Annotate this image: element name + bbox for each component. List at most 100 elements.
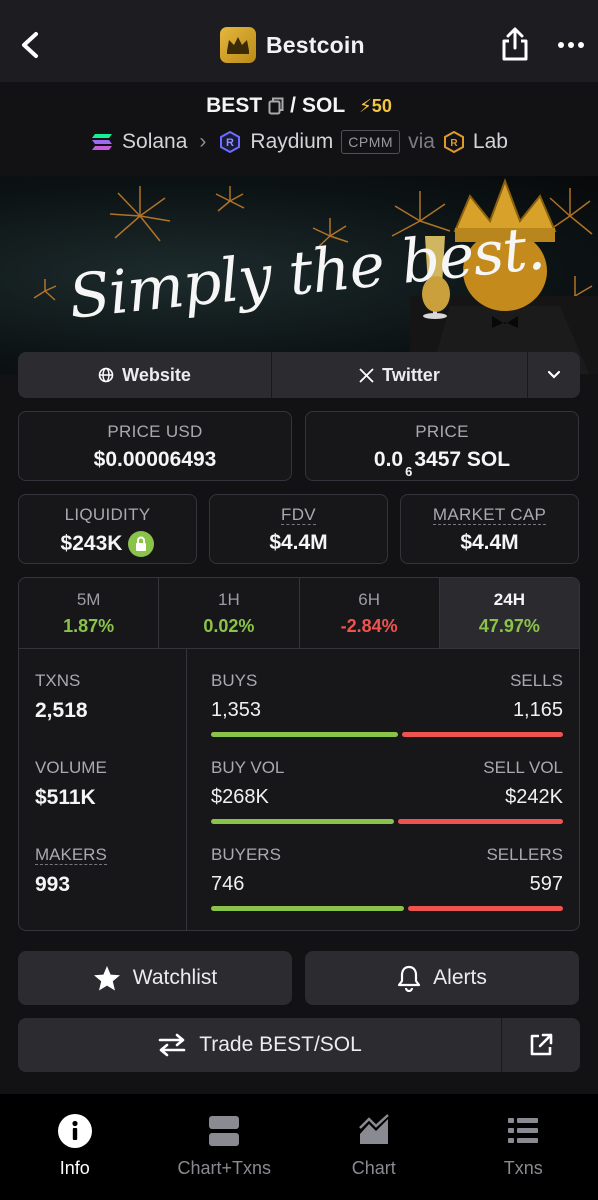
buys-bar [211,732,398,737]
sells-label: SELLS [510,671,563,690]
price-usd-card: PRICE USD $0.00006493 [18,411,292,481]
price-native-zero-count: 6 [405,464,413,480]
price-native-value: 0.063457 SOL [306,448,578,479]
fdv-card: FDV $4.4M [209,494,388,564]
nav-chart-txns[interactable]: Chart+Txns [150,1094,300,1200]
chain-line: Solana › R Raydium CPMM via R Lab [0,130,598,154]
liquidity-value: $243K [60,532,123,555]
buy-vol-value: $268K [211,786,269,808]
timeframe-tabs: 5M 1.87% 1H 0.02% 6H -2.84% 24H 47.97% [19,578,579,649]
tab-6h[interactable]: 6H -2.84% [300,578,440,648]
twitter-button[interactable]: Twitter [272,352,528,398]
fdv-label[interactable]: FDV [281,505,316,525]
nav-info[interactable]: Info [0,1094,150,1200]
txns-label: TXNS [35,671,81,690]
liquidity-card: LIQUIDITY $243K [18,494,197,564]
quote-symbol: SOL [302,94,346,117]
chain-name[interactable]: Solana [122,130,187,154]
pair-title: BEST / SOL ⚡50 [0,94,598,118]
info-icon [57,1114,92,1148]
x-logo-icon [359,367,374,383]
twitter-label: Twitter [382,364,440,385]
sellers-label: SELLERS [486,845,563,864]
watchlist-label: Watchlist [132,966,218,989]
website-label: Website [122,364,191,385]
tab-24h-label: 24H [493,590,525,609]
website-button[interactable]: Website [18,352,272,398]
volume-value: $511K [35,786,96,809]
nav-txns-label: Txns [503,1158,543,1178]
nav-chart[interactable]: Chart [299,1094,449,1200]
pair-separator: / [290,94,296,117]
top-bar: Bestcoin [0,0,598,82]
nav-chart-label: Chart [351,1158,396,1178]
external-link-icon [530,1033,553,1056]
tab-5m-label: 5M [76,590,101,609]
links-expand-button[interactable] [528,352,580,398]
volume-split-bar [211,819,563,824]
trade-label: Trade BEST/SOL [199,1033,362,1056]
copy-icon[interactable] [268,97,284,115]
alerts-label: Alerts [433,966,487,989]
fdv-value: $4.4M [269,531,328,554]
via-label: via [408,130,435,153]
nav-info-label: Info [59,1158,90,1178]
boost-badge[interactable]: ⚡50 [359,96,392,117]
trade-external-button[interactable] [502,1018,580,1072]
split-view-icon [209,1116,240,1146]
tab-6h-change: -2.84% [340,616,398,636]
trade-button[interactable]: Trade BEST/SOL [18,1018,502,1072]
price-native-card: PRICE 0.063457 SOL [305,411,579,481]
tab-1h-change: 0.02% [203,616,255,636]
page-title: Bestcoin [266,31,365,58]
links-bar: Website Twitter [18,352,580,398]
activity-summary: TXNS 2,518 VOLUME $511K MAKERS 993 [19,649,187,930]
market-cap-label[interactable]: MARKET CAP [432,505,547,525]
chevron-down-icon [547,370,561,379]
alerts-button[interactable]: Alerts [305,951,579,1005]
price-usd-value: $0.00006493 [93,448,217,471]
watchlist-button[interactable]: Watchlist [18,951,292,1005]
sell-vol-bar [397,819,563,824]
buys-sells-row: BUYS SELLS 1,353 1,165 [211,671,563,737]
via-name[interactable]: Lab [473,130,508,154]
buyers-bar [211,906,405,911]
buy-vol-bar [211,819,394,824]
tab-24h[interactable]: 24H 47.97% [439,578,579,648]
lab-icon: R [443,131,464,153]
more-options-icon[interactable] [556,30,586,60]
tab-5m[interactable]: 5M 1.87% [19,578,160,648]
sells-value: 1,165 [512,699,563,721]
tab-6h-label: 6H [358,590,380,609]
buys-label: BUYS [211,671,258,690]
buyers-sellers-row: BUYERS SELLERS 746 597 [211,845,563,911]
price-native-label: PRICE [415,422,469,441]
buyers-sellers-bar [211,906,563,911]
share-icon[interactable] [500,26,530,62]
swap-arrows-icon [158,1033,186,1057]
makers-label[interactable]: MAKERS [35,845,107,865]
buyers-value: 746 [211,873,245,895]
star-icon [93,965,120,990]
sell-vol-value: $242K [505,786,563,808]
dex-name[interactable]: Raydium [250,130,333,154]
sells-bar [401,732,563,737]
buy-vol-label: BUY VOL [211,758,285,777]
txns-value: 2,518 [35,699,88,722]
buys-value: 1,353 [211,699,262,721]
tab-1h[interactable]: 1H 0.02% [159,578,300,648]
tab-24h-change: 47.97% [478,616,540,636]
makers-value: 993 [35,873,71,896]
chevron-right-icon: › [199,130,207,153]
raydium-icon: R [220,130,241,154]
buys-sells-bar [211,732,563,737]
chart-icon [358,1114,389,1144]
sellers-bar [408,906,563,911]
sellers-value: 597 [529,873,563,895]
lock-icon[interactable] [128,531,155,557]
nav-txns[interactable]: Txns [449,1094,598,1200]
pair-info: BEST / SOL ⚡50 Solana › R Raydium CPMM v… [0,82,598,176]
svg-text:R: R [226,137,234,149]
brand: Bestcoin [220,26,365,64]
back-arrow-icon[interactable] [16,28,46,62]
